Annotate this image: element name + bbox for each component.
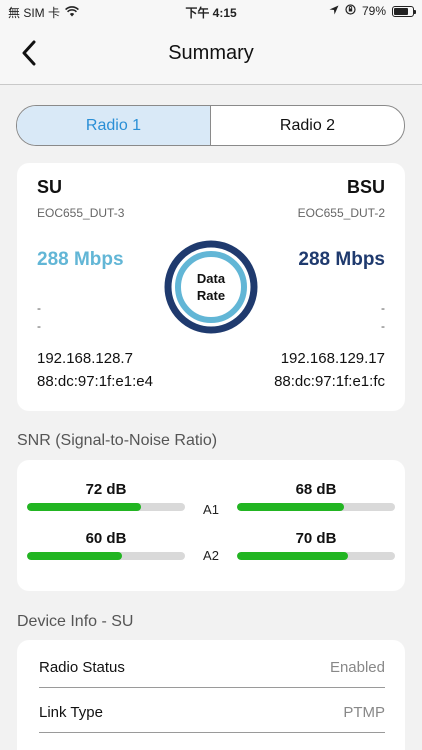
bsu-device-name: EOC655_DUT-2 bbox=[297, 206, 385, 220]
device-info-card: Radio Status Enabled Link Type PTMP bbox=[17, 640, 405, 750]
snr-su-a2-value: 60 dB bbox=[85, 530, 127, 547]
tab-radio-2[interactable]: Radio 2 bbox=[211, 106, 404, 145]
snr-section-title: SNR (Signal-to-Noise Ratio) bbox=[17, 432, 218, 449]
status-bar: 無 SIM 卡 下午 4:15 79% bbox=[0, 0, 422, 22]
data-rate-card: SU BSU EOC655_DUT-3 EOC655_DUT-2 288 Mbp… bbox=[17, 163, 405, 411]
antenna-a1-label: A1 bbox=[203, 502, 219, 517]
data-rate-gauge: Data Rate bbox=[164, 240, 258, 334]
snr-card: 72 dB A1 68 dB 60 dB A2 70 dB bbox=[17, 460, 405, 591]
snr-su-a2-bar bbox=[27, 552, 185, 560]
bsu-mac-address: 88:dc:97:1f:e1:fc bbox=[274, 373, 385, 390]
snr-bsu-a2-value: 70 dB bbox=[295, 530, 337, 547]
su-device-name: EOC655_DUT-3 bbox=[37, 206, 125, 220]
gauge-label-line2: Rate bbox=[196, 288, 226, 303]
snr-bsu-a1-bar-fill bbox=[237, 503, 345, 511]
battery-percent: 79% bbox=[361, 4, 386, 18]
info-value: Enabled bbox=[329, 659, 385, 676]
orientation-lock-icon bbox=[345, 4, 356, 18]
su-ip-address: 192.168.128.7 bbox=[37, 350, 133, 367]
bsu-placeholder-2: - bbox=[381, 319, 385, 333]
info-row-radio-status: Radio Status Enabled bbox=[39, 643, 385, 688]
su-data-rate: 288 Mbps bbox=[37, 249, 124, 270]
snr-bsu-a1-value: 68 dB bbox=[295, 481, 337, 498]
bsu-title: BSU bbox=[346, 177, 385, 197]
snr-bsu-a2-bar bbox=[237, 552, 395, 560]
location-icon bbox=[329, 4, 339, 18]
info-label: Link Type bbox=[39, 704, 103, 721]
snr-su-a1-bar bbox=[27, 503, 185, 511]
status-right: 79% bbox=[329, 4, 416, 18]
su-title: SU bbox=[37, 177, 63, 197]
snr-bsu-a1-bar bbox=[237, 503, 395, 511]
bsu-placeholder-1: - bbox=[381, 301, 385, 315]
battery-icon bbox=[392, 5, 416, 17]
info-row-link-type: Link Type PTMP bbox=[39, 688, 385, 733]
bsu-ip-address: 192.168.129.17 bbox=[280, 350, 385, 367]
su-placeholder-2: - bbox=[37, 319, 41, 333]
snr-su-a1-value: 72 dB bbox=[85, 481, 127, 498]
gauge-label: Data Rate bbox=[164, 270, 258, 304]
snr-bsu-a2-bar-fill bbox=[237, 552, 348, 560]
device-info-section-title: Device Info - SU bbox=[17, 613, 134, 630]
info-label: Radio Status bbox=[39, 659, 125, 676]
antenna-a2-label: A2 bbox=[203, 548, 219, 563]
tab-radio-1[interactable]: Radio 1 bbox=[17, 106, 211, 145]
info-value: PTMP bbox=[343, 704, 385, 721]
battery-fill bbox=[394, 7, 409, 15]
su-placeholder-1: - bbox=[37, 301, 41, 315]
snr-su-a1-bar-fill bbox=[27, 503, 141, 511]
gauge-label-line1: Data bbox=[196, 271, 226, 286]
nav-bar: Summary bbox=[0, 22, 422, 85]
su-mac-address: 88:dc:97:1f:e1:e4 bbox=[37, 373, 153, 390]
snr-su-a2-bar-fill bbox=[27, 552, 122, 560]
bsu-data-rate: 288 Mbps bbox=[298, 249, 385, 270]
radio-segmented-control: Radio 1 Radio 2 bbox=[16, 105, 405, 146]
page-title: Summary bbox=[168, 42, 254, 64]
